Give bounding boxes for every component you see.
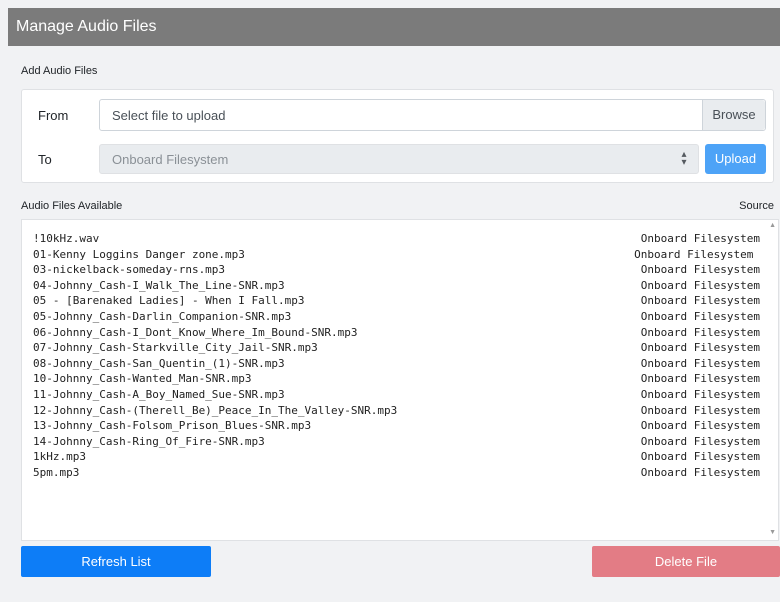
list-item[interactable]: 06-Johnny_Cash-I_Dont_Know_Where_Im_Boun… <box>33 325 760 340</box>
list-item[interactable]: 01-Kenny Loggins Danger zone.mp3 Onboard … <box>33 247 760 262</box>
select-arrows-icon: ▴ ▾ <box>681 149 687 168</box>
list-item[interactable]: 1kHz.mp3 Onboard Filesystem <box>33 449 760 464</box>
scroll-up-icon[interactable]: ▲ <box>769 222 776 229</box>
file-name: 05 - [Barenaked Ladies] - When I Fall.mp… <box>33 294 305 308</box>
list-item[interactable]: 13-Johnny_Cash-Folsom_Prison_Blues-SNR.m… <box>33 418 760 433</box>
delete-file-button[interactable]: Delete File <box>592 546 780 577</box>
file-name: 1kHz.mp3 <box>33 450 86 464</box>
file-name: !10kHz.wav <box>33 232 100 245</box>
file-name: 04-Johnny_Cash-I_Walk_The_Line-SNR.mp3 <box>33 278 285 292</box>
list-item[interactable]: 05 - [Barenaked Ladies] - When I Fall.mp… <box>33 293 760 308</box>
list-item[interactable]: 08-Johnny_Cash-San_Quentin_(1)-SNR.mp3 On… <box>33 356 760 371</box>
audio-files-available-label: Audio Files Available <box>21 200 123 212</box>
file-source: Onboard Filesystem <box>640 419 760 433</box>
file-source: Onboard Filesystem <box>640 294 760 308</box>
from-label: From <box>38 108 69 123</box>
manage-audio-files-dialog: Manage Audio Files Add Audio Files From … <box>8 8 780 602</box>
file-name: 01-Kenny Loggins Danger zone.mp3 <box>33 247 245 261</box>
file-source: Onboard Filesystem <box>634 247 760 261</box>
file-input-placeholder: Select file to upload <box>112 108 226 123</box>
file-name: 07-Johnny_Cash-Starkville_City_Jail-SNR.… <box>33 341 318 355</box>
scroll-down-icon[interactable]: ▼ <box>769 529 776 536</box>
file-source: Onboard Filesystem <box>640 341 760 355</box>
destination-select-value: Onboard Filesystem <box>112 152 229 167</box>
file-source: Onboard Filesystem <box>640 466 760 479</box>
file-source: Onboard Filesystem <box>640 450 760 464</box>
refresh-list-button[interactable]: Refresh List <box>21 546 211 577</box>
list-item[interactable]: 10-Johnny_Cash-Wanted_Man-SNR.mp3 Onboard… <box>33 371 760 386</box>
file-source: Onboard Filesystem <box>640 388 760 401</box>
list-item[interactable]: 03-nickelback-someday-rns.mp3 Onboard Fil… <box>33 262 760 277</box>
list-item[interactable]: !10kHz.wav Onboard Filesystem <box>33 231 760 246</box>
list-item[interactable]: 11-Johnny_Cash-A_Boy_Named_Sue-SNR.mp3 On… <box>33 387 760 402</box>
list-item[interactable]: 04-Johnny_Cash-I_Walk_The_Line-SNR.mp3 On… <box>33 278 760 293</box>
file-name: 06-Johnny_Cash-I_Dont_Know_Where_Im_Boun… <box>33 325 358 339</box>
file-source: Onboard Filesystem <box>640 403 760 417</box>
file-name: 03-nickelback-someday-rns.mp3 <box>33 263 226 277</box>
file-name: 5pm.mp3 <box>33 466 80 479</box>
file-source: Onboard Filesystem <box>640 325 760 339</box>
list-item[interactable]: 05-Johnny_Cash-Darlin_Companion-SNR.mp3 O… <box>33 309 760 324</box>
file-source: Onboard Filesystem <box>640 310 760 323</box>
file-upload-input[interactable]: Select file to upload Browse <box>99 99 766 131</box>
audio-file-list[interactable]: ▲ ▼ !10kHz.wav Onboard Filesystem 01-Kenny… <box>21 219 779 541</box>
file-source: Onboard Filesystem <box>640 278 760 292</box>
file-name: 11-Johnny_Cash-A_Boy_Named_Sue-SNR.mp3 <box>33 388 285 401</box>
file-name: 13-Johnny_Cash-Folsom_Prison_Blues-SNR.m… <box>33 419 312 433</box>
file-name: 10-Johnny_Cash-Wanted_Man-SNR.mp3 <box>33 372 252 386</box>
to-label: To <box>38 152 52 167</box>
file-source: Onboard Filesystem <box>640 263 760 277</box>
file-source: Onboard Filesystem <box>640 356 760 370</box>
upload-form: From Select file to upload Browse To Onb… <box>21 89 774 183</box>
file-source: Onboard Filesystem <box>640 372 760 386</box>
list-item[interactable]: 12-Johnny_Cash-(Therell_Be)_Peace_In_The… <box>33 403 760 418</box>
file-name: 12-Johnny_Cash-(Therell_Be)_Peace_In_The… <box>33 403 398 417</box>
list-item[interactable]: 5pm.mp3 Onboard Filesystem <box>33 465 760 480</box>
file-name: 05-Johnny_Cash-Darlin_Companion-SNR.mp3 <box>33 310 292 323</box>
add-audio-files-label: Add Audio Files <box>21 65 98 77</box>
upload-button[interactable]: Upload <box>705 144 766 174</box>
browse-button[interactable]: Browse <box>702 100 765 130</box>
list-item[interactable]: 14-Johnny_Cash-Ring_Of_Fire-SNR.mp3 Onboa… <box>33 434 760 449</box>
file-source: Onboard Filesystem <box>640 232 760 245</box>
file-name: 14-Johnny_Cash-Ring_Of_Fire-SNR.mp3 <box>33 434 265 448</box>
dialog-title: Manage Audio Files <box>8 8 780 46</box>
file-source: Onboard Filesystem <box>640 434 760 448</box>
source-header: Source <box>739 200 774 212</box>
file-name: 08-Johnny_Cash-San_Quentin_(1)-SNR.mp3 <box>33 356 285 370</box>
list-item[interactable]: 07-Johnny_Cash-Starkville_City_Jail-SNR.… <box>33 340 760 355</box>
destination-select[interactable]: Onboard Filesystem ▴ ▾ <box>99 144 699 174</box>
